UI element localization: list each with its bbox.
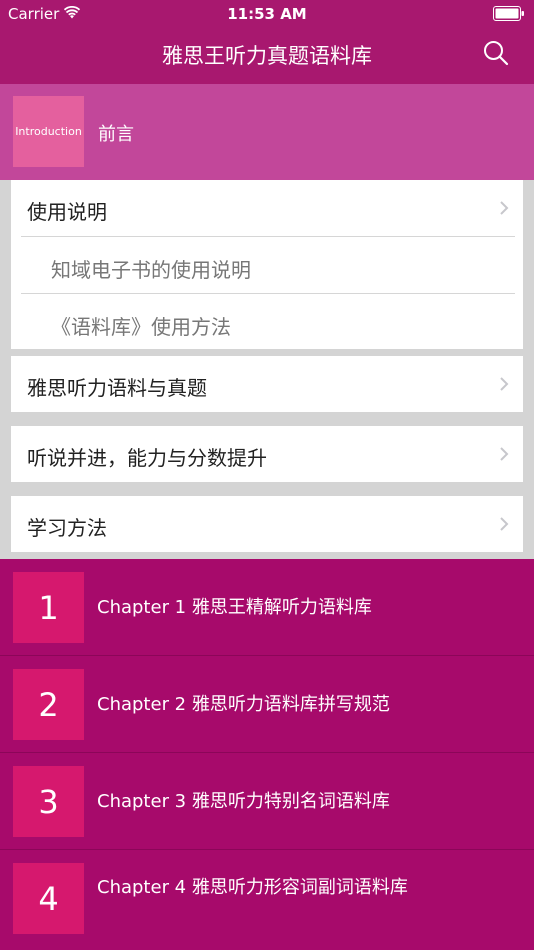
section-item-label: 听说并进，能力与分数提升 bbox=[27, 446, 267, 470]
chevron-right-icon bbox=[500, 447, 509, 461]
divider bbox=[21, 293, 515, 294]
page-title: 雅思王听力真题语料库 bbox=[162, 44, 372, 68]
search-icon[interactable] bbox=[483, 40, 509, 66]
status-bar: Carrier 11:53 AM bbox=[0, 0, 534, 28]
intro-row[interactable]: Introduction 前言 bbox=[0, 84, 534, 180]
clock: 11:53 AM bbox=[227, 5, 307, 23]
sub-item[interactable]: 知域电子书的使用说明 bbox=[11, 236, 523, 293]
section-item-label: 使用说明 bbox=[27, 200, 107, 224]
chapter-list: 1 Chapter 1 雅思王精解听力语料库 2 Chapter 2 雅思听力语… bbox=[0, 559, 534, 950]
chapter-number: 3 bbox=[13, 766, 84, 837]
chapter-number: 2 bbox=[13, 669, 84, 740]
sub-item[interactable]: 《语料库》使用方法 bbox=[11, 293, 523, 350]
section-list: 使用说明 知域电子书的使用说明 《语料库》使用方法 雅思听力语料与真题 听说并进… bbox=[0, 180, 534, 560]
chevron-right-icon bbox=[500, 377, 509, 391]
chapter-title: Chapter 3 雅思听力特别名词语料库 bbox=[97, 791, 390, 812]
chapter-row[interactable]: 3 Chapter 3 雅思听力特别名词语料库 bbox=[0, 753, 534, 850]
navigation-bar: Carrier 11:53 AM 雅思王听力真题语料库 bbox=[0, 0, 534, 84]
chapter-number: 1 bbox=[13, 572, 84, 643]
section-item-ielts-material[interactable]: 雅思听力语料与真题 bbox=[11, 356, 523, 412]
sub-item-label: 《语料库》使用方法 bbox=[51, 315, 231, 339]
section-item-study-method[interactable]: 学习方法 bbox=[11, 496, 523, 552]
section-item-label: 学习方法 bbox=[27, 516, 107, 540]
intro-tile: Introduction bbox=[13, 96, 84, 167]
chapter-title: Chapter 4 雅思听力形容词副词语料库 bbox=[97, 877, 408, 898]
chapter-title: Chapter 2 雅思听力语料库拼写规范 bbox=[97, 694, 390, 715]
section-card-usage: 使用说明 知域电子书的使用说明 《语料库》使用方法 bbox=[11, 180, 523, 349]
chevron-right-icon bbox=[500, 517, 509, 531]
chapter-number: 4 bbox=[13, 863, 84, 934]
battery-icon bbox=[493, 6, 524, 21]
chapter-row[interactable]: 2 Chapter 2 雅思听力语料库拼写规范 bbox=[0, 656, 534, 753]
chapter-title: Chapter 1 雅思王精解听力语料库 bbox=[97, 597, 372, 618]
chapter-row[interactable]: 1 Chapter 1 雅思王精解听力语料库 bbox=[0, 559, 534, 656]
section-item-label: 雅思听力语料与真题 bbox=[27, 376, 207, 400]
chapter-row[interactable]: 4 Chapter 4 雅思听力形容词副词语料库 bbox=[0, 850, 534, 947]
intro-label: 前言 bbox=[98, 124, 134, 145]
sub-item-label: 知域电子书的使用说明 bbox=[51, 258, 251, 282]
chevron-right-icon bbox=[500, 201, 509, 215]
section-item-listening-speaking[interactable]: 听说并进，能力与分数提升 bbox=[11, 426, 523, 482]
section-item-usage[interactable]: 使用说明 bbox=[11, 180, 523, 236]
divider bbox=[21, 236, 515, 237]
